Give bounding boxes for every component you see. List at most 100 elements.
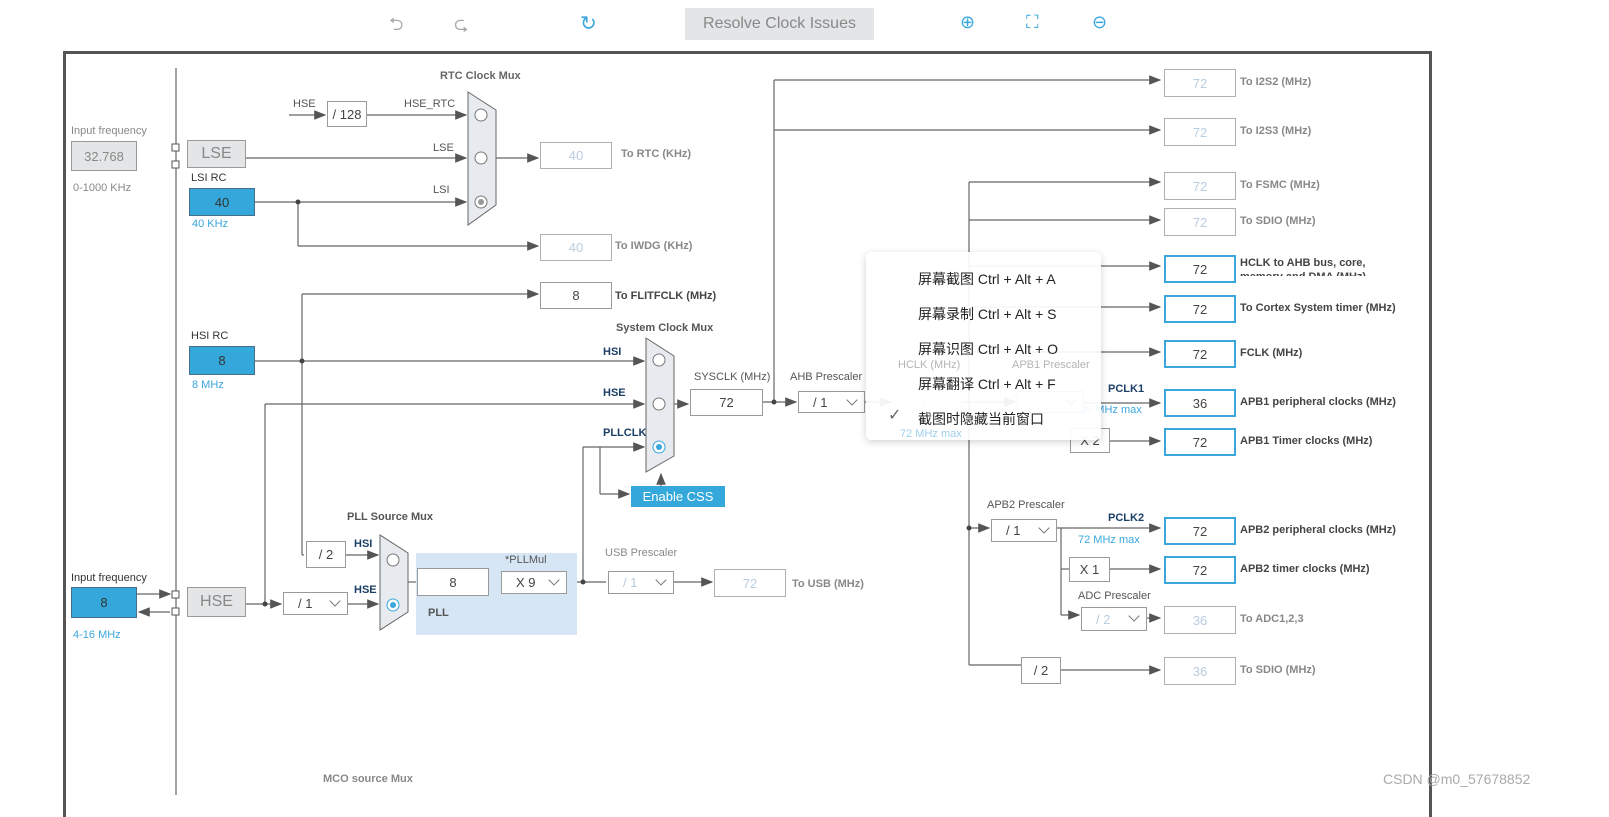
lsi-freq: 40 KHz [192, 218, 229, 230]
output-label-6: FCLK (MHz) [1240, 347, 1303, 359]
output-value-8[interactable]: 72 [1164, 428, 1236, 456]
iwdg-output: 40 [540, 234, 612, 261]
output-value-0[interactable]: 72 [1164, 69, 1236, 97]
hse-prediv-value: / 1 [298, 596, 313, 611]
context-menu: 屏幕截图 Ctrl + Alt + A 屏幕录制 Ctrl + Alt + S … [866, 252, 1101, 440]
chevron-down-icon [655, 574, 667, 586]
output-value-2[interactable]: 72 [1164, 172, 1236, 200]
hsi-value[interactable]: 8 [189, 346, 255, 375]
lsi-value[interactable]: 40 [189, 188, 255, 216]
hse-input-label: Input frequency [71, 572, 147, 584]
usb-prescaler-label: USB Prescaler [605, 547, 678, 559]
junction-dot [262, 601, 268, 607]
output-value-4[interactable]: 72 [1164, 255, 1236, 283]
pllmul-label: *PLLMul [505, 554, 547, 566]
clock-configuration: ⮌ ⮎ ↻ Resolve Clock Issues ⊕ ⛶ ⊖ Input f… [0, 0, 1609, 817]
output-label-8: APB1 Timer clocks (MHz) [1240, 435, 1373, 447]
sysclk-value[interactable]: 72 [690, 389, 763, 416]
lse-input-frequency[interactable]: 32.768 [71, 141, 137, 171]
chevron-down-icon [1128, 610, 1140, 622]
output-value-5[interactable]: 72 [1164, 295, 1236, 323]
output-value-7[interactable]: 36 [1164, 389, 1236, 417]
chevron-down-icon [1038, 522, 1050, 534]
rtc-hse-radio [474, 108, 488, 122]
output-value-12[interactable]: 36 [1164, 657, 1236, 685]
check-icon: ✓ [888, 407, 902, 424]
watermark: CSDN @m0_57678852 [1383, 771, 1531, 787]
output-value-1[interactable]: 72 [1164, 118, 1236, 146]
rtc-hse-divider: / 128 [327, 101, 367, 127]
menu-item-ocr[interactable]: 屏幕识图 Ctrl + Alt + O [918, 339, 1058, 359]
pll-source-mux-title: PLL Source Mux [347, 511, 433, 523]
pll-source-mux [379, 534, 409, 631]
pll-hsi-label: HSI [354, 538, 373, 550]
pllmul-select[interactable]: X 9 [501, 571, 567, 594]
output-label-9: APB2 peripheral clocks (MHz) [1240, 524, 1396, 536]
output-label-3: To SDIO (MHz) [1240, 215, 1316, 227]
system-clock-mux-title: System Clock Mux [616, 322, 714, 334]
hsi-label: HSI RC [191, 330, 229, 342]
hse-block[interactable]: HSE [187, 587, 246, 617]
rtc-lse-label: LSE [433, 142, 454, 154]
hse-rtc-label: HSE_RTC [404, 98, 456, 110]
hclk-max: 72 MHz max [900, 428, 962, 440]
pllmul-value: X 9 [516, 575, 536, 590]
adc-prescaler-value: / 2 [1096, 611, 1111, 627]
chevron-down-icon [548, 574, 560, 586]
mco-source-mux-title: MCO source Mux [323, 773, 413, 785]
usb-output: 72 [714, 569, 786, 597]
menu-item-screenshot[interactable]: 屏幕截图 Ctrl + Alt + A [918, 269, 1056, 289]
junction-dot [299, 358, 305, 364]
rtc-lsi-label: LSI [433, 184, 450, 196]
output-label-0: To I2S2 (MHz) [1240, 76, 1312, 88]
junction-dot [966, 525, 972, 531]
junction-dot [771, 399, 777, 405]
hse-prediv-select[interactable]: / 1 [283, 592, 348, 615]
menu-item-record[interactable]: 屏幕录制 Ctrl + Alt + S [918, 304, 1056, 324]
flitfclk-output: 8 [540, 282, 612, 309]
sdio-divider: / 2 [1021, 657, 1061, 684]
output-value-6[interactable]: 72 [1164, 340, 1236, 368]
hsi-pll-divider: / 2 [306, 541, 346, 568]
rtc-hse-label: HSE [293, 98, 316, 110]
menu-item-hide-window[interactable]: 截图时隐藏当前窗口 [918, 409, 1044, 429]
output-value-10[interactable]: 72 [1164, 556, 1236, 584]
sys-hsi-radio [652, 353, 666, 367]
chevron-down-icon [329, 595, 341, 607]
lse-range: 0-1000 KHz [73, 182, 132, 194]
junction-dot [295, 199, 301, 205]
output-label-2: To FSMC (MHz) [1240, 179, 1320, 191]
sys-pllclk-label: PLLCLK [603, 427, 647, 439]
sys-hse-label: HSE [603, 387, 626, 399]
ahb-prescaler-label: AHB Prescaler [790, 371, 863, 383]
ahb-prescaler-value: / 1 [813, 394, 828, 410]
sysclk-label: SYSCLK (MHz) [694, 371, 771, 383]
apb2-prescaler-select[interactable]: / 1 [991, 519, 1057, 542]
apb1-prescaler-label: APB1 Prescaler [1012, 359, 1090, 371]
output-label-11: To ADC1,2,3 [1240, 613, 1304, 625]
output-label-5: To Cortex System timer (MHz) [1240, 302, 1396, 314]
hse-range: 4-16 MHz [73, 629, 121, 641]
adc-prescaler-label: ADC Prescaler [1078, 590, 1151, 602]
output-label-10: APB2 timer clocks (MHz) [1240, 563, 1370, 575]
hse-input-frequency[interactable]: 8 [71, 587, 137, 618]
ahb-prescaler-select[interactable]: / 1 [798, 391, 865, 413]
output-value-9[interactable]: 72 [1164, 517, 1236, 545]
output-label-1: To I2S3 (MHz) [1240, 125, 1312, 137]
pll-input-value: 8 [417, 568, 489, 596]
usb-prescaler-select[interactable]: / 1 [608, 571, 674, 594]
output-value-3[interactable]: 72 [1164, 208, 1236, 236]
menu-item-translate[interactable]: 屏幕翻译 Ctrl + Alt + F [918, 374, 1056, 394]
pclk2-label: PCLK2 [1108, 512, 1145, 524]
sys-hsi-label: HSI [603, 346, 622, 358]
apb2-timer-multiplier: X 1 [1069, 557, 1110, 582]
apb2-max: 72 MHz max [1078, 534, 1140, 546]
output-label-7: APB1 peripheral clocks (MHz) [1240, 396, 1396, 408]
output-label-4: HCLK to AHB bus, core, memory and DMA (M… [1240, 257, 1366, 276]
lse-block[interactable]: LSE [187, 140, 246, 168]
pll-label: PLL [428, 607, 449, 619]
apb2-prescaler-label: APB2 Prescaler [987, 499, 1065, 511]
enable-css-button[interactable]: Enable CSS [631, 486, 725, 507]
adc-prescaler-select[interactable]: / 2 [1081, 607, 1147, 631]
output-value-11[interactable]: 36 [1164, 606, 1236, 634]
